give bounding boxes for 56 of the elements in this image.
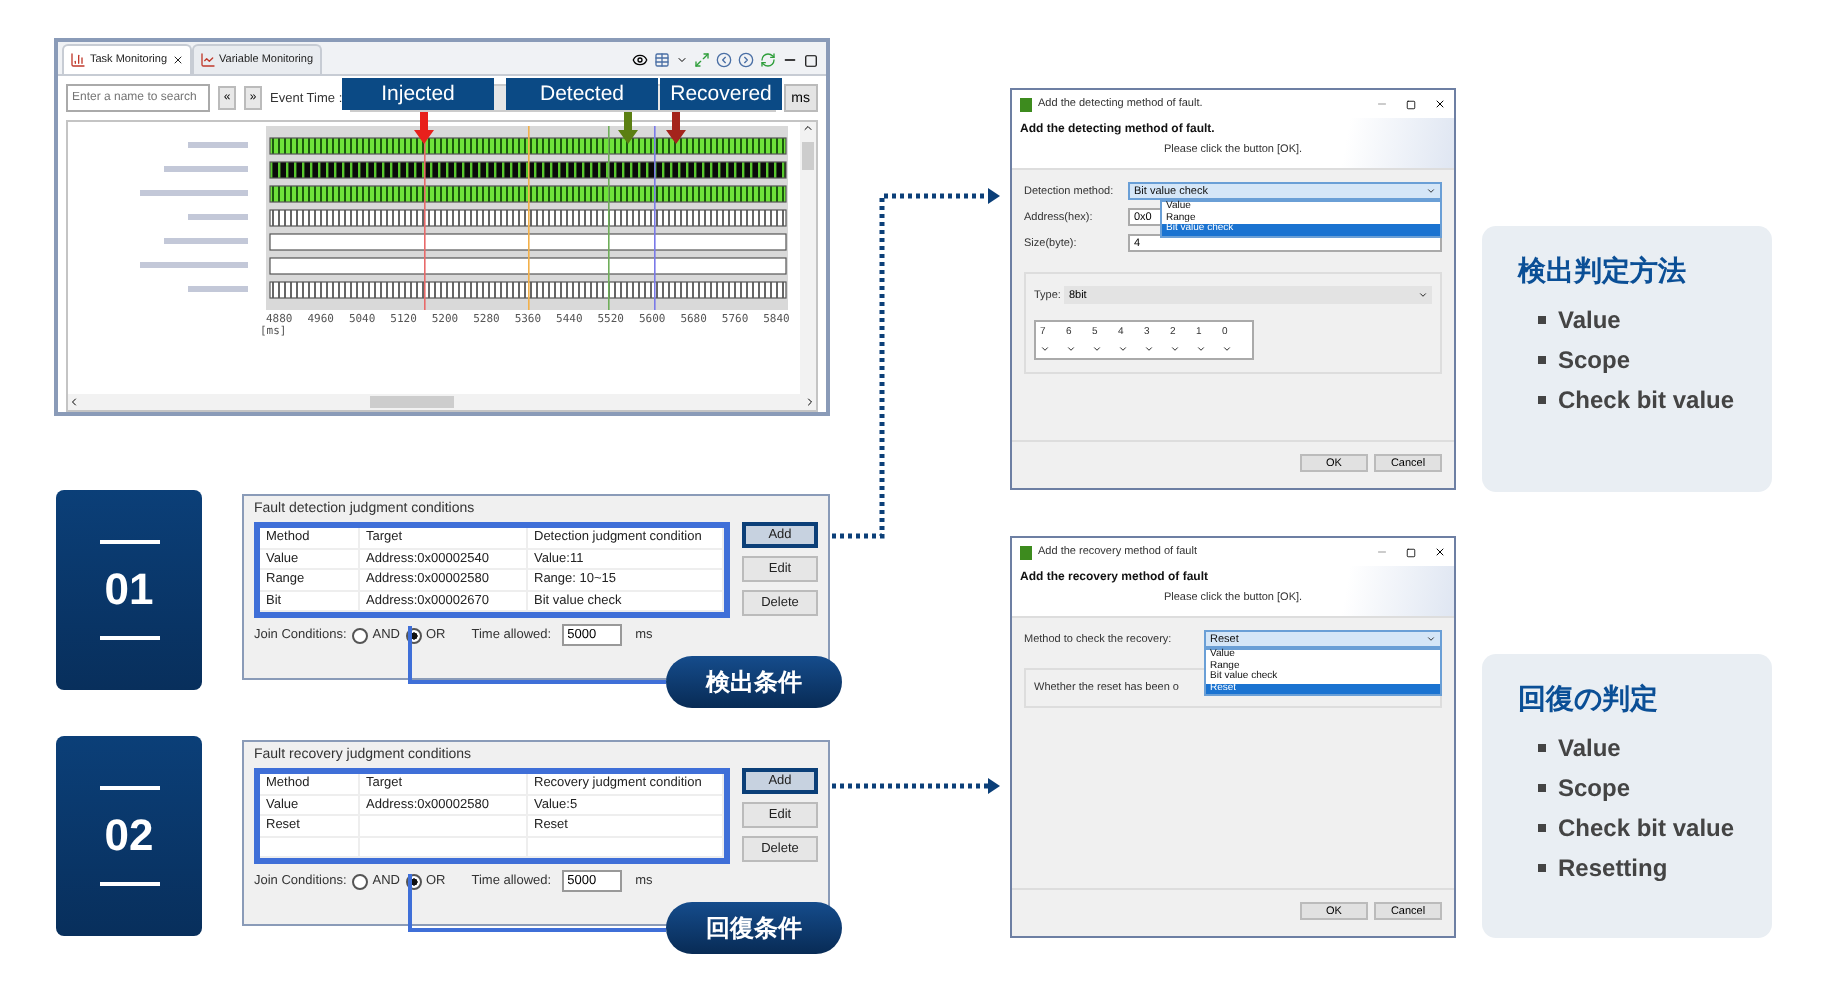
maximize-icon[interactable] bbox=[1406, 99, 1416, 109]
chart-icon bbox=[199, 52, 216, 68]
table-cell bbox=[260, 837, 360, 858]
bullet-icon bbox=[1538, 744, 1546, 752]
bullet-icon bbox=[1538, 316, 1546, 324]
bullet-icon bbox=[1538, 784, 1546, 792]
chevron-icon[interactable] bbox=[1418, 290, 1428, 300]
scrollbar-thumb[interactable] bbox=[370, 396, 454, 408]
vertical-scrollbar[interactable] bbox=[800, 122, 816, 394]
refresh-icon[interactable] bbox=[760, 52, 776, 68]
chevron-icon[interactable] bbox=[1040, 344, 1050, 354]
maximize-icon[interactable] bbox=[1406, 547, 1416, 557]
list-item: Check bit value bbox=[1558, 384, 1735, 416]
list-item: Check bit value bbox=[1558, 812, 1735, 844]
chevron-icon[interactable] bbox=[1222, 344, 1232, 354]
list-item: Resetting bbox=[1558, 852, 1668, 884]
chevron-icon[interactable] bbox=[1196, 344, 1206, 354]
marker-tooltip: Injected bbox=[342, 78, 494, 110]
chevron-icon[interactable] bbox=[1426, 634, 1436, 644]
step-number: 02 bbox=[104, 810, 154, 862]
chevron-icon[interactable] bbox=[1144, 344, 1154, 354]
close-icon[interactable] bbox=[1434, 546, 1446, 558]
eye-icon[interactable] bbox=[632, 52, 648, 68]
marker-tooltip: Detected bbox=[506, 78, 658, 110]
bullet-icon bbox=[1538, 824, 1546, 832]
left-circle-icon[interactable] bbox=[716, 52, 732, 68]
list-item: Value bbox=[1558, 304, 1621, 336]
horizontal-scrollbar[interactable] bbox=[68, 394, 816, 410]
bullet-icon bbox=[1538, 396, 1546, 404]
list-item: Scope bbox=[1558, 344, 1631, 376]
list-item: Value bbox=[1558, 732, 1621, 764]
right-circle-icon[interactable] bbox=[738, 52, 754, 68]
table-icon[interactable] bbox=[654, 52, 670, 68]
card-title: 検出判定方法 bbox=[1518, 254, 1688, 290]
maximize-icon[interactable] bbox=[804, 53, 818, 67]
bullet-icon bbox=[1538, 864, 1546, 872]
chevron-icon[interactable] bbox=[1170, 344, 1180, 354]
callout-label: 回復条件 bbox=[666, 902, 842, 954]
chevron-icon[interactable] bbox=[1118, 344, 1128, 354]
chevron-icon[interactable] bbox=[1066, 344, 1076, 354]
expand-icon[interactable] bbox=[694, 52, 710, 68]
caret-icon[interactable] bbox=[676, 54, 688, 66]
bullet-icon bbox=[1538, 356, 1546, 364]
close-icon[interactable] bbox=[1434, 98, 1446, 110]
chevron-icon[interactable] bbox=[1426, 186, 1436, 196]
marker-tooltip: Recovered bbox=[660, 78, 782, 110]
close-icon[interactable] bbox=[171, 54, 184, 66]
app-icon bbox=[1020, 97, 1032, 111]
list-item: Scope bbox=[1558, 772, 1631, 804]
callout-label: 検出条件 bbox=[666, 656, 842, 708]
app-icon bbox=[1020, 545, 1032, 559]
chart-icon bbox=[70, 52, 86, 68]
step-number: 01 bbox=[104, 564, 154, 616]
scrollbar-thumb[interactable] bbox=[802, 142, 814, 170]
chevron-icon[interactable] bbox=[1092, 344, 1102, 354]
card-title: 回復の判定 bbox=[1518, 682, 1660, 718]
